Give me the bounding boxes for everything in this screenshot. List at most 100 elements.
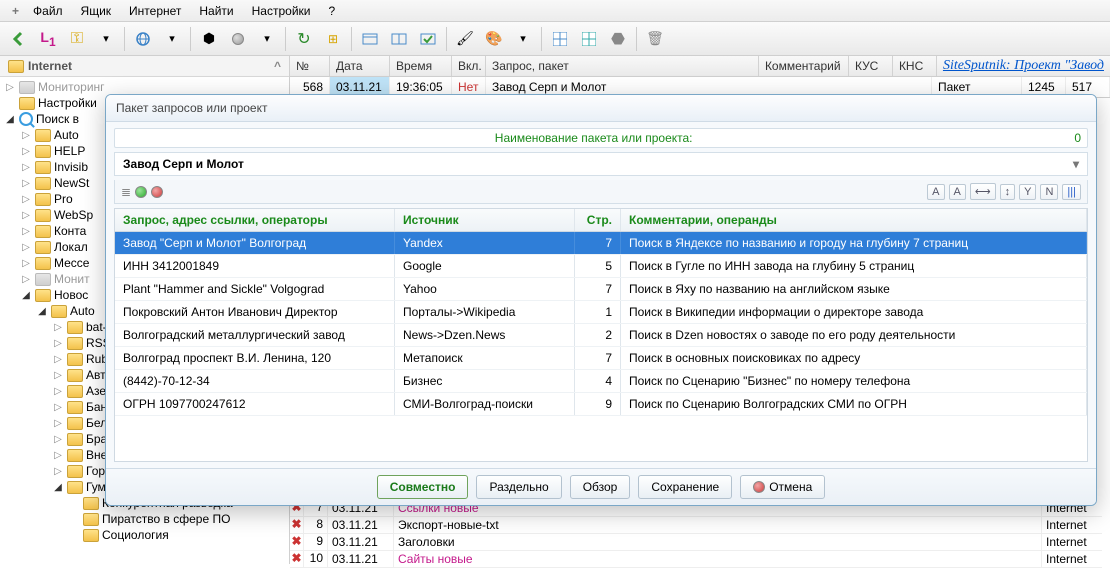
- qcol-source[interactable]: Источник: [395, 209, 575, 231]
- delete-icon[interactable]: ✖: [290, 551, 304, 567]
- palette-icon[interactable]: 🎨: [481, 26, 507, 52]
- qcol-pages[interactable]: Стр.: [575, 209, 621, 231]
- chevron-icon[interactable]: ◢: [36, 306, 48, 317]
- chevron-icon[interactable]: ▷: [52, 370, 64, 381]
- sphere-icon[interactable]: [225, 26, 251, 52]
- hexagon-icon[interactable]: ⬣: [605, 26, 631, 52]
- chevron-icon[interactable]: ◢: [20, 290, 32, 301]
- separately-button[interactable]: Раздельно: [476, 475, 561, 499]
- chevron-icon[interactable]: ▷: [52, 450, 64, 461]
- query-row[interactable]: Plant "Hammer and Sickle" VolgogradYahoo…: [115, 278, 1087, 301]
- chevron-icon[interactable]: ▷: [20, 258, 32, 269]
- chevron-icon[interactable]: ▷: [20, 178, 32, 189]
- query-row[interactable]: Покровский Антон Иванович ДиректорПортал…: [115, 301, 1087, 324]
- globe-icon[interactable]: [130, 26, 156, 52]
- col-no[interactable]: №: [290, 56, 330, 76]
- review-button[interactable]: Обзор: [570, 475, 631, 499]
- brush-icon[interactable]: 🖌: [452, 26, 478, 52]
- menu-find[interactable]: Найти: [191, 2, 241, 20]
- query-row[interactable]: ОГРН 1097700247612СМИ-Волгоград-поиски9П…: [115, 393, 1087, 416]
- query-row[interactable]: Волгоград проспект В.И. Ленина, 120Метап…: [115, 347, 1087, 370]
- query-row[interactable]: ИНН 3412001849Google5Поиск в Гугле по ИН…: [115, 255, 1087, 278]
- fmt-n[interactable]: N: [1040, 184, 1058, 200]
- chevron-icon[interactable]: ▷: [52, 434, 64, 445]
- qcol-comment[interactable]: Комментарии, операнды: [621, 209, 1087, 231]
- cancel-button[interactable]: Отмена: [740, 475, 825, 499]
- chevron-icon[interactable]: ▷: [20, 130, 32, 141]
- tree-collapse-icon[interactable]: ^: [274, 59, 281, 73]
- grid-teal-icon[interactable]: [576, 26, 602, 52]
- chevron-icon[interactable]: ▷: [20, 274, 32, 285]
- col-kns[interactable]: КНС: [893, 56, 937, 76]
- chevron-icon[interactable]: ▷: [52, 322, 64, 333]
- chevron-icon[interactable]: ◢: [52, 482, 64, 493]
- chevron-icon[interactable]: ▷: [20, 146, 32, 157]
- fmt-a-small[interactable]: A: [949, 184, 966, 200]
- tree-icon[interactable]: ⊞: [320, 26, 346, 52]
- menu-file[interactable]: Файл: [25, 2, 71, 20]
- red-dot-icon[interactable]: [151, 186, 163, 198]
- chevron-icon[interactable]: ▷: [52, 418, 64, 429]
- grid-blue-icon[interactable]: [547, 26, 573, 52]
- col-enabled[interactable]: Вкл.: [452, 56, 486, 76]
- keys-icon[interactable]: ⚿: [64, 26, 90, 52]
- l1-icon[interactable]: L1: [35, 26, 61, 52]
- col-query[interactable]: Запрос, пакет: [486, 56, 759, 76]
- chevron-icon[interactable]: ▷: [20, 242, 32, 253]
- cubes-icon[interactable]: ⬢: [196, 26, 222, 52]
- chevron-icon[interactable]: ▷: [52, 338, 64, 349]
- delete-icon[interactable]: ✖: [290, 517, 304, 533]
- query-row[interactable]: (8442)-70-12-34Бизнес4Поиск по Сценарию …: [115, 370, 1087, 393]
- chevron-icon[interactable]: ▷: [20, 210, 32, 221]
- together-button[interactable]: Совместно: [377, 475, 469, 499]
- chevron-icon[interactable]: ▷: [52, 402, 64, 413]
- save-button[interactable]: Сохранение: [638, 475, 732, 499]
- qcol-query[interactable]: Запрос, адрес ссылки, операторы: [115, 209, 395, 231]
- menu-help[interactable]: ?: [320, 2, 343, 20]
- bottom-row[interactable]: ✖1003.11.21Сайты новыеInternet: [290, 551, 1102, 568]
- col-kus[interactable]: КУС: [849, 56, 893, 76]
- dropdown-4[interactable]: ▾: [510, 26, 536, 52]
- chevron-icon[interactable]: ▷: [52, 466, 64, 477]
- back-arrow-icon[interactable]: [6, 26, 32, 52]
- query-row[interactable]: Волгоградский металлургический заводNews…: [115, 324, 1087, 347]
- brand-link[interactable]: SiteSputnik: Проект "Завод: [937, 56, 1110, 76]
- chevron-icon[interactable]: ▷: [52, 386, 64, 397]
- col-date[interactable]: Дата: [330, 56, 390, 76]
- window-h-icon[interactable]: [386, 26, 412, 52]
- window-check-icon[interactable]: [415, 26, 441, 52]
- bottom-row[interactable]: ✖903.11.21ЗаголовкиInternet: [290, 534, 1102, 551]
- menu-plus[interactable]: +: [4, 2, 23, 20]
- bottom-row[interactable]: ✖803.11.21Экспорт-новые-txtInternet: [290, 517, 1102, 534]
- tree-node[interactable]: Пиратство в сфере ПО: [4, 511, 289, 527]
- fmt-a-large[interactable]: A: [927, 184, 944, 200]
- chevron-icon[interactable]: ▷: [4, 82, 16, 93]
- col-time[interactable]: Время: [390, 56, 452, 76]
- trash-icon[interactable]: 🗑: [642, 26, 668, 52]
- delete-icon[interactable]: ✖: [290, 534, 304, 550]
- green-dot-icon[interactable]: [135, 186, 147, 198]
- col-comment[interactable]: Комментарий: [759, 56, 849, 76]
- refresh-icon[interactable]: ↻: [291, 26, 317, 52]
- chevron-icon[interactable]: ▷: [20, 162, 32, 173]
- dropdown-1[interactable]: ▾: [93, 26, 119, 52]
- fmt-columns[interactable]: |||: [1062, 184, 1081, 200]
- chevron-icon[interactable]: ▷: [20, 194, 32, 205]
- package-title-field[interactable]: Завод Серп и Молот ▾: [114, 152, 1088, 176]
- menu-settings[interactable]: Настройки: [244, 2, 319, 20]
- fmt-tall[interactable]: ↕: [1000, 184, 1016, 200]
- menu-internet[interactable]: Интернет: [121, 2, 189, 20]
- menu-box[interactable]: Ящик: [73, 2, 120, 20]
- window-icon[interactable]: [357, 26, 383, 52]
- fmt-y[interactable]: Y: [1019, 184, 1036, 200]
- chevron-icon[interactable]: ▷: [52, 354, 64, 365]
- query-row[interactable]: Завод "Серп и Молот" ВолгоградYandex7Пои…: [115, 232, 1087, 255]
- chevron-down-icon[interactable]: ▾: [1073, 157, 1079, 171]
- tree-node[interactable]: ▷Мониторинг: [4, 79, 289, 95]
- list-icon[interactable]: ≣: [121, 185, 131, 199]
- tree-node[interactable]: Социология: [4, 527, 289, 543]
- dropdown-3[interactable]: ▾: [254, 26, 280, 52]
- chevron-icon[interactable]: ◢: [4, 114, 16, 125]
- chevron-icon[interactable]: ▷: [20, 226, 32, 237]
- dropdown-2[interactable]: ▾: [159, 26, 185, 52]
